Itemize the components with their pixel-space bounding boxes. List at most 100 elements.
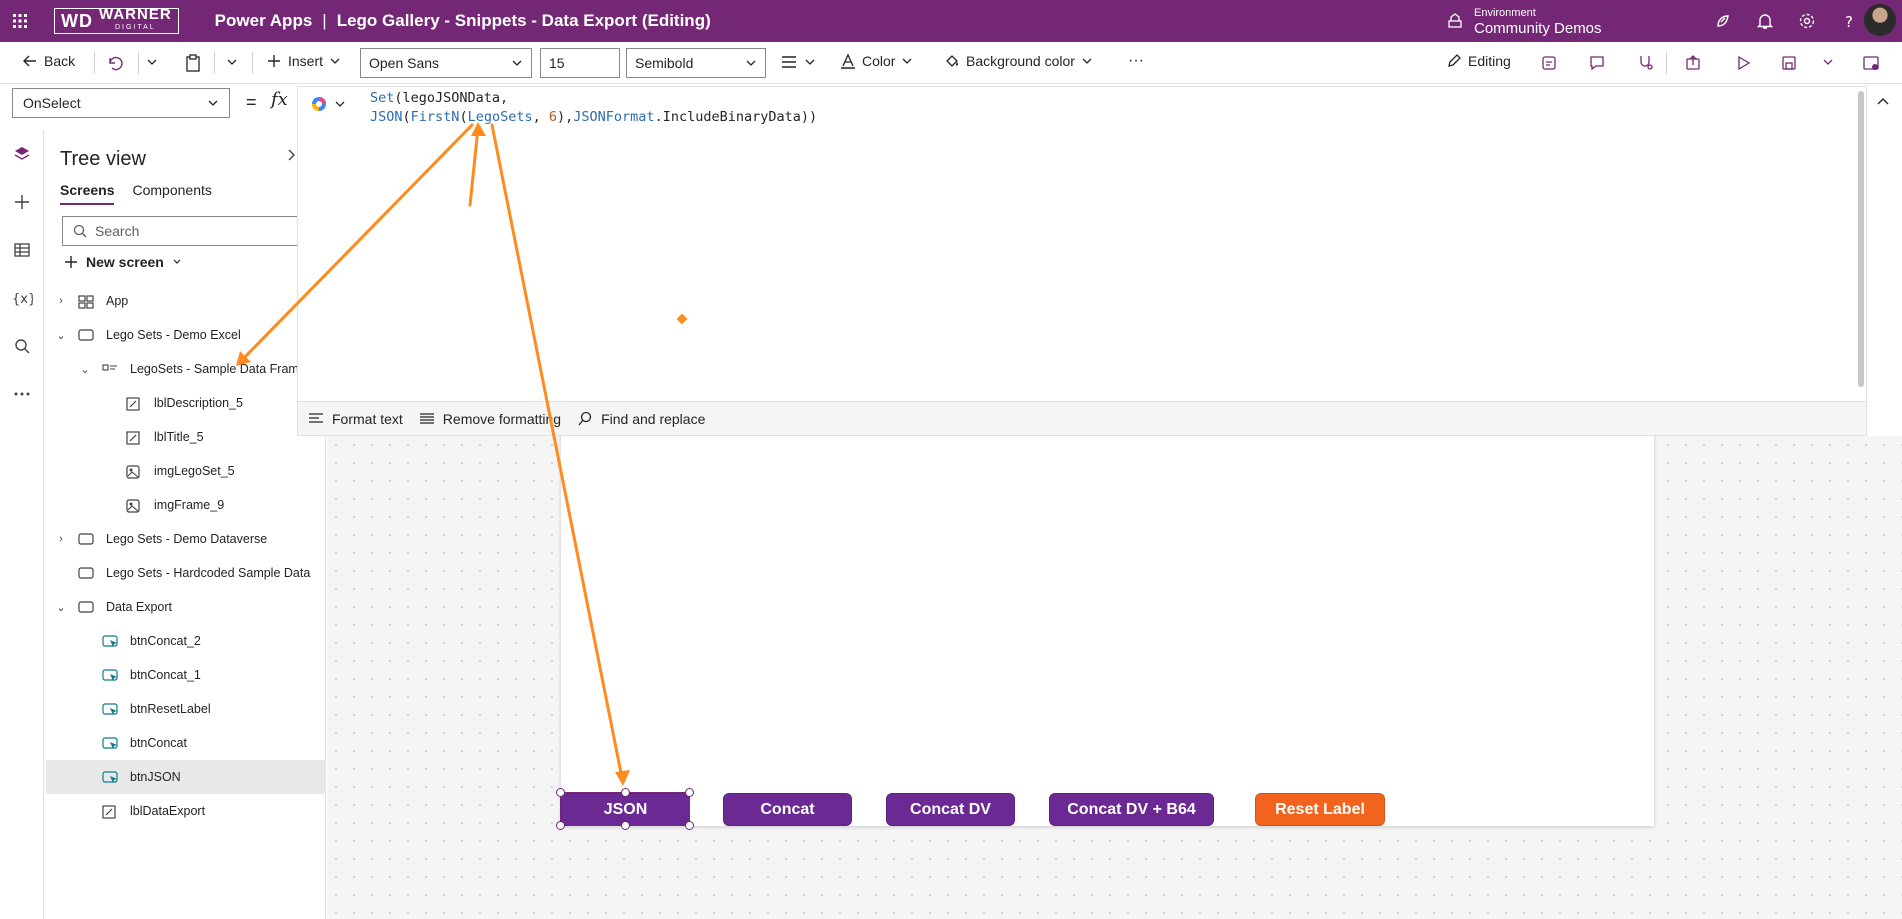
align-button[interactable] bbox=[780, 54, 816, 70]
new-screen-button[interactable]: New screen bbox=[64, 254, 182, 270]
back-button[interactable]: Back bbox=[22, 53, 75, 69]
settings-icon[interactable] bbox=[1798, 12, 1816, 30]
fx-icon[interactable]: fx bbox=[271, 89, 288, 110]
copilot-icon[interactable] bbox=[1714, 12, 1732, 30]
app-name[interactable]: Power Apps bbox=[215, 11, 313, 31]
notes-icon[interactable] bbox=[1540, 54, 1558, 72]
tree-item-lego-sets-demo-excel[interactable]: ⌄ Lego Sets - Demo Excel bbox=[46, 318, 326, 352]
chevron-up-icon[interactable] bbox=[1876, 94, 1890, 108]
font-size-value: 15 bbox=[549, 55, 565, 71]
chevron-right-icon[interactable]: › bbox=[54, 295, 68, 307]
tree-item-lbldescription-5[interactable]: lblDescription_5 bbox=[46, 386, 326, 420]
tree-item-legosets-sample-data-frame[interactable]: ⌄ LegoSets - Sample Data Frame bbox=[46, 352, 326, 386]
notifications-icon[interactable] bbox=[1756, 12, 1774, 30]
tree-item-lego-sets-hardcoded-sample-data[interactable]: Lego Sets - Hardcoded Sample Data bbox=[46, 556, 326, 590]
chevron-down-icon bbox=[903, 58, 912, 64]
color-button[interactable]: Color bbox=[840, 53, 913, 69]
more-commands-button[interactable]: ··· bbox=[1128, 52, 1144, 70]
tree-item-btnresetlabel[interactable]: btnResetLabel bbox=[46, 692, 326, 726]
formula-scrollbar[interactable] bbox=[1858, 91, 1864, 387]
tree-view-panel: Tree view Screens Components Search New … bbox=[44, 130, 326, 919]
tree-item-btnconcat[interactable]: btnConcat bbox=[46, 726, 326, 760]
play-icon[interactable] bbox=[1734, 54, 1752, 72]
tree-item-btnjson[interactable]: btnJSON bbox=[46, 760, 326, 794]
tree-item-btnconcat-2[interactable]: btnConcat_2 bbox=[46, 624, 326, 658]
publish-icon[interactable] bbox=[1862, 54, 1880, 72]
tree-item-label: lblTitle_5 bbox=[154, 430, 204, 444]
font-weight-select[interactable]: Semibold bbox=[626, 48, 766, 78]
format-text-button[interactable]: Format text bbox=[308, 411, 403, 427]
left-rail: {x} bbox=[0, 130, 44, 919]
chevron-right-icon[interactable]: › bbox=[54, 533, 68, 545]
help-icon[interactable]: ? bbox=[1840, 12, 1858, 30]
editing-mode-button[interactable]: Editing bbox=[1446, 53, 1511, 69]
tree-item-imgframe-9[interactable]: imgFrame_9 bbox=[46, 488, 326, 522]
label-icon bbox=[102, 805, 118, 819]
tree-item-app[interactable]: › App bbox=[46, 284, 326, 318]
find-replace-button[interactable]: Find and replace bbox=[577, 411, 705, 427]
tree-tabs: Screens Components bbox=[60, 182, 212, 205]
concat-button[interactable]: Concat bbox=[723, 793, 852, 826]
new-screen-label: New screen bbox=[86, 254, 164, 270]
insert-button[interactable]: Insert bbox=[266, 53, 341, 69]
chevron-down-icon[interactable]: ⌄ bbox=[54, 601, 68, 614]
chevron-down-icon[interactable]: ⌄ bbox=[54, 329, 68, 342]
data-rail-button[interactable] bbox=[0, 226, 44, 274]
resize-handle[interactable] bbox=[556, 821, 565, 830]
tree-view-rail-button[interactable] bbox=[0, 130, 44, 178]
resize-handle[interactable] bbox=[556, 788, 565, 797]
chevron-down-icon bbox=[805, 59, 815, 65]
plus-icon bbox=[65, 256, 77, 268]
more-rail-button[interactable] bbox=[0, 370, 44, 418]
tree-item-lbldataexport[interactable]: lblDataExport bbox=[46, 794, 326, 828]
tab-components[interactable]: Components bbox=[132, 182, 211, 205]
variables-icon: {x} bbox=[12, 292, 33, 307]
variables-rail-button[interactable]: {x} bbox=[0, 274, 44, 322]
formula-editor[interactable]: Set(legoJSONData, JSON(FirstN(LegoSets, … bbox=[297, 86, 1867, 402]
command-bar: Back Insert Open Sans 15 Semibold Color … bbox=[0, 42, 1902, 84]
background-color-button[interactable]: Background color bbox=[944, 53, 1093, 69]
search-rail-button[interactable] bbox=[0, 322, 44, 370]
resize-handle[interactable] bbox=[621, 788, 630, 797]
app-checker-icon[interactable] bbox=[1636, 54, 1654, 72]
formula-code[interactable]: Set(legoJSONData, JSON(FirstN(LegoSets, … bbox=[370, 89, 817, 127]
insert-rail-button[interactable] bbox=[0, 178, 44, 226]
app-launcher-icon[interactable] bbox=[0, 0, 40, 42]
search-icon bbox=[578, 411, 592, 425]
tree-item-btnconcat-1[interactable]: btnConcat_1 bbox=[46, 658, 326, 692]
chevron-down-icon[interactable] bbox=[1822, 56, 1834, 68]
reset-label-button[interactable]: Reset Label bbox=[1255, 793, 1385, 826]
tree-item-imglegoset-5[interactable]: imgLegoSet_5 bbox=[46, 454, 326, 488]
concat-dv-button[interactable]: Concat DV bbox=[886, 793, 1015, 826]
resize-handle[interactable] bbox=[685, 788, 694, 797]
resize-handle[interactable] bbox=[685, 821, 694, 830]
tree-item-lbltitle-5[interactable]: lblTitle_5 bbox=[46, 420, 326, 454]
resize-handle[interactable] bbox=[621, 821, 630, 830]
undo-icon[interactable] bbox=[106, 54, 124, 72]
tree-item-lego-sets-demo-dataverse[interactable]: › Lego Sets - Demo Dataverse bbox=[46, 522, 326, 556]
tree-item-label: Lego Sets - Hardcoded Sample Data bbox=[106, 566, 311, 580]
tree-item-data-export[interactable]: ⌄ Data Export bbox=[46, 590, 326, 624]
share-icon[interactable] bbox=[1684, 54, 1702, 72]
app-screen-preview[interactable] bbox=[561, 430, 1654, 826]
chevron-down-icon[interactable] bbox=[226, 56, 238, 68]
chevron-down-icon[interactable] bbox=[146, 56, 158, 68]
font-family-select[interactable]: Open Sans bbox=[360, 48, 532, 78]
comments-icon[interactable] bbox=[1588, 54, 1606, 72]
environment-label: Environment bbox=[1474, 7, 1536, 19]
tab-screens[interactable]: Screens bbox=[60, 182, 115, 205]
chevron-down-icon[interactable]: ⌄ bbox=[78, 363, 92, 376]
environment-picker[interactable]: Environment Community Demos bbox=[1446, 0, 1602, 42]
concat-dv-b64-button[interactable]: Concat DV + B64 bbox=[1049, 793, 1214, 826]
tree-search-input[interactable]: Search bbox=[62, 216, 312, 246]
save-icon[interactable] bbox=[1780, 54, 1798, 72]
user-avatar[interactable] bbox=[1864, 4, 1896, 36]
tree-item-label: lblDataExport bbox=[130, 804, 206, 818]
label-icon bbox=[126, 397, 142, 411]
property-select[interactable]: OnSelect bbox=[12, 88, 230, 118]
paste-icon[interactable] bbox=[184, 53, 202, 73]
more-icon bbox=[14, 392, 30, 396]
font-size-input[interactable]: 15 bbox=[540, 48, 620, 78]
copilot-formula-button[interactable] bbox=[310, 95, 346, 113]
remove-formatting-button[interactable]: Remove formatting bbox=[419, 411, 561, 427]
